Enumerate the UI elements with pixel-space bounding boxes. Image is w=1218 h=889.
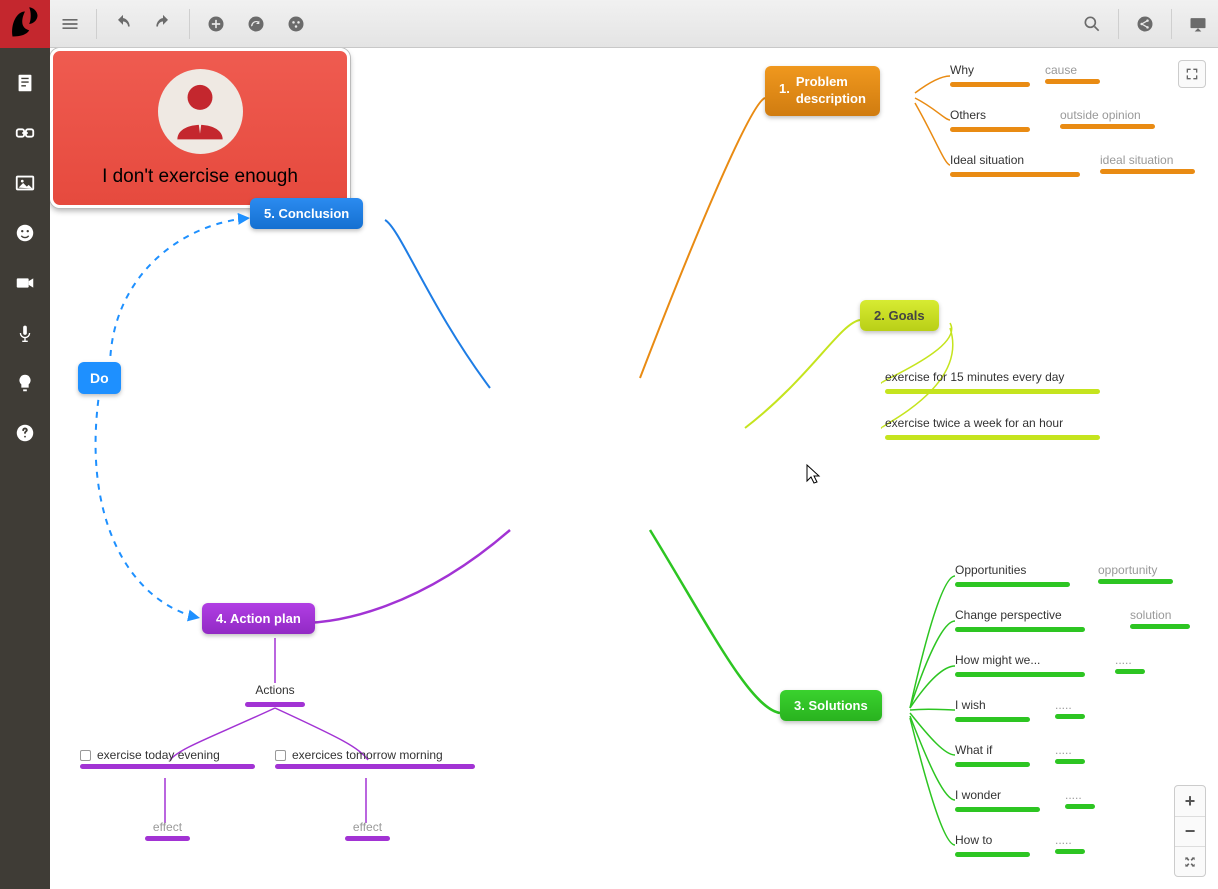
leaf-sol-1-sub[interactable]: solution <box>1130 608 1190 629</box>
emoji-icon[interactable] <box>0 208 50 258</box>
leaf-ideal-sub[interactable]: ideal situation <box>1100 153 1195 174</box>
zoom-fit-button[interactable] <box>1175 846 1205 876</box>
task-0[interactable]: exercise today evening <box>80 748 255 769</box>
redo-icon[interactable] <box>143 0 183 48</box>
leaf-ideal[interactable]: Ideal situation <box>950 153 1080 177</box>
notes-icon[interactable] <box>0 58 50 108</box>
leaf-sol-3-sub[interactable]: ..... <box>1055 698 1085 719</box>
undo-icon[interactable] <box>103 0 143 48</box>
node-solutions[interactable]: 3. Solutions <box>780 690 882 721</box>
app-logo[interactable] <box>0 0 50 48</box>
leaf-others-sub[interactable]: outside opinion <box>1060 108 1155 129</box>
help-icon[interactable] <box>0 408 50 458</box>
idea-icon[interactable] <box>0 358 50 408</box>
leaf-why-sub[interactable]: cause <box>1045 63 1100 84</box>
link-icon[interactable] <box>236 0 276 48</box>
leaf-others[interactable]: Others <box>950 108 1030 132</box>
zoom-out-button[interactable]: − <box>1175 816 1205 846</box>
search-icon[interactable] <box>1072 0 1112 48</box>
checkbox-icon[interactable] <box>80 750 91 761</box>
menu-icon[interactable] <box>50 0 90 48</box>
node-conclusion[interactable]: 5. Conclusion <box>250 198 363 229</box>
checkbox-icon[interactable] <box>275 750 286 761</box>
audio-icon[interactable] <box>0 308 50 358</box>
leaf-sol-4-sub[interactable]: ..... <box>1055 743 1085 764</box>
task-0-effect[interactable]: effect <box>145 820 190 841</box>
present-icon[interactable] <box>1178 0 1218 48</box>
zoom-in-button[interactable]: + <box>1175 786 1205 816</box>
video-icon[interactable] <box>0 258 50 308</box>
leaf-sol-1[interactable]: Change perspective <box>955 608 1085 632</box>
leaf-sol-4[interactable]: What if <box>955 743 1030 767</box>
person-icon <box>158 69 243 154</box>
center-node[interactable]: I don't exercise enough <box>50 48 350 208</box>
share-icon[interactable] <box>1125 0 1165 48</box>
leaf-sol-0-sub[interactable]: opportunity <box>1098 563 1173 584</box>
node-action[interactable]: 4. Action plan <box>202 603 315 634</box>
leaf-why[interactable]: Why <box>950 63 1030 87</box>
leaf-sol-6[interactable]: How to <box>955 833 1030 857</box>
mindmap-canvas[interactable]: I don't exercise enough Do 5. Conclusion… <box>50 48 1218 889</box>
leaf-sol-5-sub[interactable]: ..... <box>1065 788 1095 809</box>
add-node-icon[interactable] <box>196 0 236 48</box>
node-problem[interactable]: 1. Problemdescription <box>765 66 880 116</box>
fullscreen-icon[interactable] <box>1178 60 1206 88</box>
zoom-controls: + − <box>1174 785 1206 877</box>
leaf-sol-3[interactable]: I wish <box>955 698 1030 722</box>
top-toolbar <box>0 0 1218 48</box>
image-icon[interactable] <box>0 158 50 208</box>
node-goals[interactable]: 2. Goals <box>860 300 939 331</box>
center-title: I don't exercise enough <box>102 166 298 188</box>
do-node[interactable]: Do <box>78 362 121 394</box>
left-sidebar <box>0 48 50 889</box>
attach-link-icon[interactable] <box>0 108 50 158</box>
task-1[interactable]: exercices tomorrow morning <box>275 748 475 769</box>
leaf-goal-1[interactable]: exercise twice a week for an hour <box>885 416 1100 440</box>
leaf-sol-0[interactable]: Opportunities <box>955 563 1070 587</box>
style-icon[interactable] <box>276 0 316 48</box>
leaf-sol-2-sub[interactable]: ..... <box>1115 653 1145 674</box>
task-1-effect[interactable]: effect <box>345 820 390 841</box>
leaf-actions[interactable]: Actions <box>245 683 305 707</box>
leaf-sol-5[interactable]: I wonder <box>955 788 1040 812</box>
cursor-icon <box>805 463 823 488</box>
leaf-goal-0[interactable]: exercise for 15 minutes every day <box>885 370 1100 394</box>
leaf-sol-6-sub[interactable]: ..... <box>1055 833 1085 854</box>
leaf-sol-2[interactable]: How might we... <box>955 653 1085 677</box>
